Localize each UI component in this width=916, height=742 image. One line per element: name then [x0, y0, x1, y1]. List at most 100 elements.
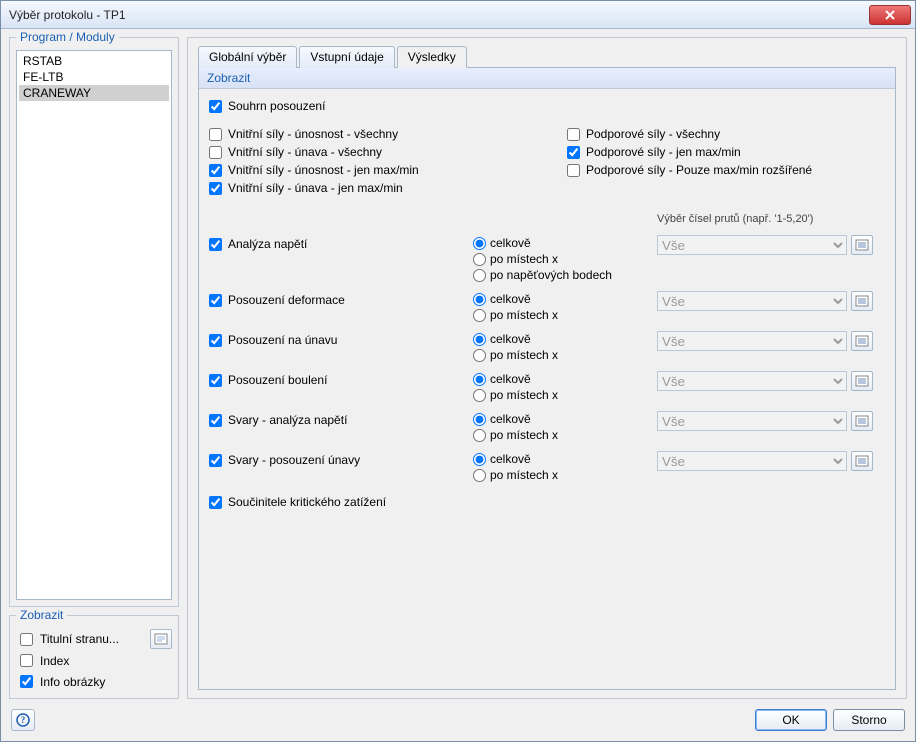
chk-sup-all[interactable]	[567, 128, 580, 141]
pick-members-button-stress-analysis[interactable]	[851, 235, 873, 255]
row-stress-analysis: Analýza napětícelkověpo místech xpo napě…	[209, 235, 885, 283]
tab-global-label: Globální výběr	[209, 50, 286, 64]
chk-welds-fatigue[interactable]	[209, 454, 222, 467]
list-icon	[855, 375, 869, 387]
radio-label: celkově	[490, 332, 531, 346]
radio-buckling-celkove[interactable]	[473, 373, 486, 386]
titlebar: Výběr protokolu - TP1	[1, 1, 915, 29]
module-item[interactable]: FE-LTB	[19, 69, 169, 85]
radio-welds-fatigue-celkove[interactable]	[473, 453, 486, 466]
pick-members-button-welds-stress[interactable]	[851, 411, 873, 431]
lbl-index: Index	[40, 654, 69, 668]
modules-list[interactable]: RSTABFE-LTBCRANEWAY	[16, 50, 172, 600]
members-select-fatigue[interactable]: Vše	[657, 331, 847, 351]
tab-results[interactable]: Výsledky	[397, 46, 467, 68]
chk-index[interactable]	[20, 654, 33, 667]
members-select-buckling[interactable]: Vše	[657, 371, 847, 391]
pick-members-button-welds-fatigue[interactable]	[851, 451, 873, 471]
module-item[interactable]: RSTAB	[19, 53, 169, 69]
lbl-titlepage: Titulní stranu...	[40, 632, 119, 646]
radio-welds-fatigue-po_mistech[interactable]	[473, 469, 486, 482]
row-welds-stress: Svary - analýza napětícelkověpo místech …	[209, 411, 885, 443]
tab-input[interactable]: Vstupní údaje	[299, 46, 394, 68]
module-item[interactable]: CRANEWAY	[19, 85, 169, 101]
chk-int-unav-all[interactable]	[209, 146, 222, 159]
chk-buckling[interactable]	[209, 374, 222, 387]
radio-deformation-celkove[interactable]	[473, 293, 486, 306]
chk-sup-max-ext[interactable]	[567, 164, 580, 177]
radio-label: po místech x	[490, 428, 558, 442]
radio-buckling-po_mistech[interactable]	[473, 389, 486, 402]
ok-button[interactable]: OK	[755, 709, 827, 731]
tab-page-results: Zobrazit Souhrn posouzení Vnitřní síly -…	[198, 67, 896, 690]
chk-fatigue[interactable]	[209, 334, 222, 347]
pick-members-button-fatigue[interactable]	[851, 331, 873, 351]
pick-members-button-buckling[interactable]	[851, 371, 873, 391]
radio-deformation-po_mistech[interactable]	[473, 309, 486, 322]
radio-fatigue-celkove[interactable]	[473, 333, 486, 346]
close-icon	[884, 10, 896, 20]
edit-titlepage-button[interactable]	[150, 629, 172, 649]
radio-label: celkově	[490, 372, 531, 386]
cancel-button[interactable]: Storno	[833, 709, 905, 731]
list-icon	[855, 455, 869, 467]
radio-label: po napěťových bodech	[490, 268, 612, 282]
chk-int-unos-max[interactable]	[209, 164, 222, 177]
help-button[interactable]: ?	[11, 709, 35, 731]
lbl-fatigue: Posouzení na únavu	[228, 333, 337, 347]
radio-label: po místech x	[490, 388, 558, 402]
radio-label: po místech x	[490, 308, 558, 322]
row-welds-fatigue: Svary - posouzení únavy celkově po místech…	[209, 451, 885, 483]
left-column: Program / Moduly RSTABFE-LTBCRANEWAY Zob…	[9, 37, 179, 699]
radio-label: po místech x	[490, 348, 558, 362]
chk-info-images[interactable]	[20, 675, 33, 688]
chk-int-unos-all[interactable]	[209, 128, 222, 141]
lbl-sup-all: Podporové síly - všechny	[586, 127, 720, 141]
members-select-header: Výběr čísel prutů (např. '1-5,20')	[657, 213, 847, 227]
chk-sup-max[interactable]	[567, 146, 580, 159]
group-legend-program: Program / Moduly	[16, 30, 119, 44]
radio-welds-stress-celkove[interactable]	[473, 413, 486, 426]
close-button[interactable]	[869, 5, 911, 25]
members-select-stress-analysis[interactable]: Vše	[657, 235, 847, 255]
radio-stress-analysis-celkove[interactable]	[473, 237, 486, 250]
chk-deformation[interactable]	[209, 294, 222, 307]
lbl-deformation: Posouzení deformace	[228, 293, 345, 307]
members-select-deformation[interactable]: Vše	[657, 291, 847, 311]
radio-stress-analysis-po_mistech[interactable]	[473, 253, 486, 266]
radio-label: celkově	[490, 292, 531, 306]
group-legend-zobrazit: Zobrazit	[16, 608, 67, 622]
tab-input-label: Vstupní údaje	[310, 50, 383, 64]
radio-label: celkově	[490, 452, 531, 466]
chk-summary[interactable]	[209, 100, 222, 113]
dialog-body: Program / Moduly RSTABFE-LTBCRANEWAY Zob…	[1, 29, 915, 741]
tab-global[interactable]: Globální výběr	[198, 46, 297, 68]
lbl-stress-analysis: Analýza napětí	[228, 237, 307, 251]
tab-strip: Globální výběr Vstupní údaje Výsledky	[198, 46, 896, 68]
group-zobrazit-left: Zobrazit Titulní stranu...	[9, 615, 179, 699]
row-deformation: Posouzení deformace celkově po místech x Vš…	[209, 291, 885, 323]
lbl-int-unos-all: Vnitřní síly - únosnost - všechny	[228, 127, 398, 141]
radio-label: po místech x	[490, 468, 558, 482]
chk-titlepage[interactable]	[20, 633, 33, 646]
chk-stress-analysis[interactable]	[209, 238, 222, 251]
section-header-zobrazit: Zobrazit	[199, 68, 895, 89]
list-icon	[855, 239, 869, 251]
lbl-info-images: Info obrázky	[40, 675, 105, 689]
chk-int-unav-max[interactable]	[209, 182, 222, 195]
lbl-buckling: Posouzení boulení	[228, 373, 327, 387]
pick-members-button-deformation[interactable]	[851, 291, 873, 311]
members-select-welds-stress[interactable]: Vše	[657, 411, 847, 431]
members-select-welds-fatigue[interactable]: Vše	[657, 451, 847, 471]
radio-fatigue-po_mistech[interactable]	[473, 349, 486, 362]
lbl-welds-fatigue: Svary - posouzení únavy	[228, 453, 360, 467]
chk-coef[interactable]	[209, 496, 222, 509]
radio-welds-stress-po_mistech[interactable]	[473, 429, 486, 442]
lbl-int-unos-max: Vnitřní síly - únosnost - jen max/min	[228, 163, 419, 177]
help-icon: ?	[16, 713, 30, 727]
radio-stress-analysis-po_napetovych[interactable]	[473, 269, 486, 282]
chk-welds-stress[interactable]	[209, 414, 222, 427]
lbl-int-unav-all: Vnitřní síly - únava - všechny	[228, 145, 382, 159]
radio-label: po místech x	[490, 252, 558, 266]
list-icon	[855, 335, 869, 347]
